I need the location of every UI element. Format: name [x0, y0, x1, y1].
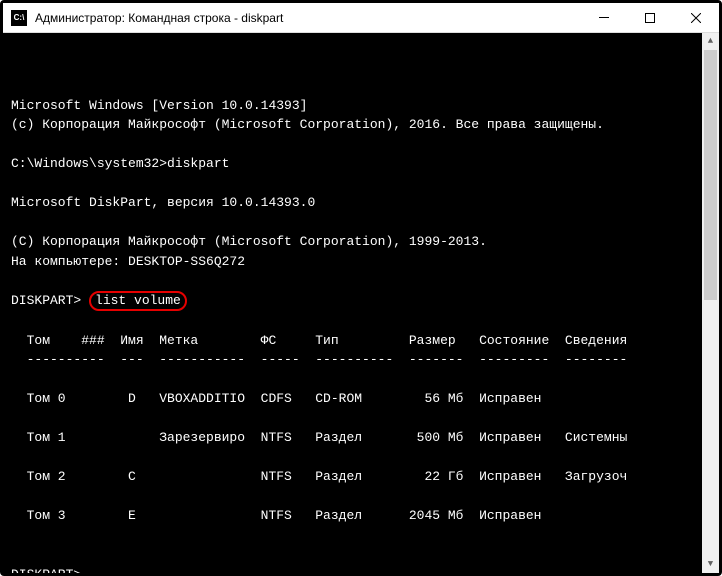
scroll-down-button[interactable]: ▼	[702, 556, 719, 573]
maximize-icon	[645, 13, 655, 23]
scroll-thumb[interactable]	[704, 50, 717, 300]
table-row: Том 1 Зарезервиро NTFS Раздел 500 Мб Исп…	[11, 430, 627, 445]
vertical-scrollbar[interactable]: ▲ ▼	[702, 33, 719, 573]
diskpart-prompt: DISKPART>	[11, 567, 89, 573]
window-controls	[581, 3, 719, 32]
highlighted-command: list volume	[89, 291, 187, 312]
scroll-track[interactable]	[702, 50, 719, 556]
table-row: Том 3 E NTFS Раздел 2045 Мб Исправен	[11, 508, 542, 523]
output-line: На компьютере: DESKTOP-SS6Q272	[11, 254, 245, 269]
maximize-button[interactable]	[627, 3, 673, 32]
output-line: Microsoft DiskPart, версия 10.0.14393.0	[11, 195, 315, 210]
cmd-icon: C:\	[11, 10, 27, 26]
close-button[interactable]	[673, 3, 719, 32]
titlebar[interactable]: C:\ Администратор: Командная строка - di…	[3, 3, 719, 33]
close-icon	[691, 13, 701, 23]
table-row: Том 2 C NTFS Раздел 22 Гб Исправен Загру…	[11, 469, 627, 484]
minimize-button[interactable]	[581, 3, 627, 32]
table-divider: ---------- --- ----------- ----- -------…	[11, 352, 627, 367]
command-text: diskpart	[167, 156, 229, 171]
window-title: Администратор: Командная строка - diskpa…	[35, 11, 581, 25]
table-row: Том 0 D VBOXADDITIO CDFS CD-ROM 56 Мб Ис…	[11, 391, 542, 406]
diskpart-prompt: DISKPART>	[11, 293, 89, 308]
output-line: Microsoft Windows [Version 10.0.14393]	[11, 98, 307, 113]
output-line: (c) Корпорация Майкрософт (Microsoft Cor…	[11, 117, 604, 132]
terminal-area[interactable]: Microsoft Windows [Version 10.0.14393] (…	[3, 33, 719, 573]
prompt: C:\Windows\system32>	[11, 156, 167, 171]
cmd-window: C:\ Администратор: Командная строка - di…	[3, 3, 719, 573]
output-line: (C) Корпорация Майкрософт (Microsoft Cor…	[11, 234, 487, 249]
minimize-icon	[599, 17, 609, 18]
terminal-content: Microsoft Windows [Version 10.0.14393] (…	[11, 76, 711, 573]
scroll-up-button[interactable]: ▲	[702, 33, 719, 50]
table-header: Том ### Имя Метка ФС Тип Размер Состояни…	[11, 333, 627, 348]
